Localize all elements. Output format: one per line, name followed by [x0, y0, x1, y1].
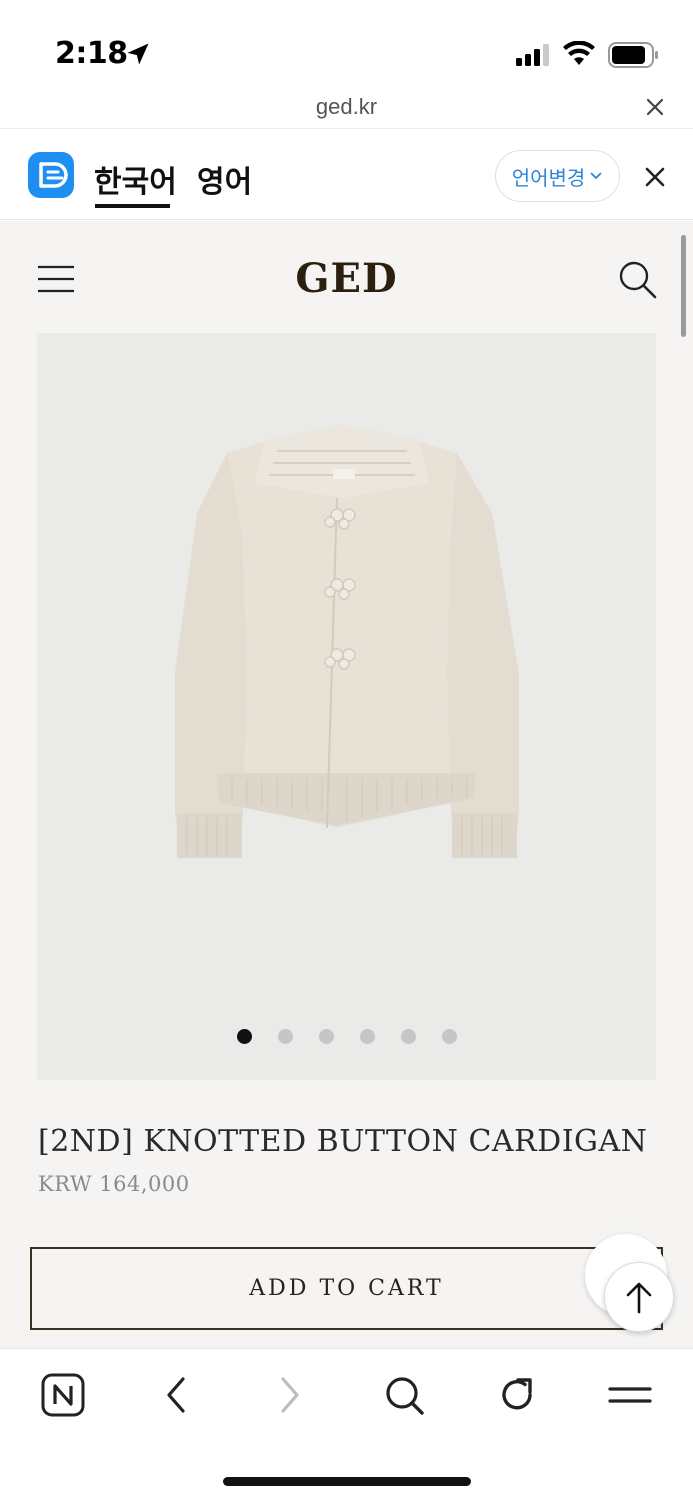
search-icon	[386, 1377, 424, 1415]
carousel-dot[interactable]	[277, 1029, 293, 1044]
status-bar: 2:18	[0, 0, 693, 92]
carousel-dot[interactable]	[236, 1029, 252, 1044]
product-image-carousel[interactable]	[37, 333, 656, 1080]
n-home-icon	[41, 1373, 85, 1417]
active-tab-indicator	[95, 204, 170, 208]
menu-icon	[608, 1387, 652, 1403]
back-button[interactable]	[152, 1371, 200, 1419]
url-text[interactable]: ged.kr	[0, 94, 693, 120]
brand-logo[interactable]: GED	[0, 255, 693, 302]
search-button[interactable]	[380, 1371, 428, 1419]
add-to-cart-label: ADD TO CART	[249, 1276, 444, 1301]
add-to-cart-button[interactable]: ADD TO CART	[30, 1247, 663, 1330]
menu-button[interactable]	[606, 1371, 654, 1419]
cardigan-image	[175, 425, 519, 858]
change-language-label: 언어변경	[511, 165, 586, 190]
signal-icon	[516, 44, 549, 66]
change-language-button[interactable]: 언어변경	[495, 150, 620, 202]
translate-logo-icon	[28, 152, 74, 198]
tab-korean[interactable]: 한국어	[94, 157, 177, 201]
forward-button[interactable]	[266, 1371, 314, 1419]
search-icon[interactable]	[617, 259, 657, 299]
web-page: GED [2ND] KNOTTED BUTTON CARDIGAN KRW 16…	[0, 221, 693, 1348]
status-time: 2:18	[55, 36, 128, 71]
location-arrow-icon	[127, 43, 149, 65]
translate-bar: 한국어 영어 언어변경	[0, 130, 693, 220]
back-icon	[167, 1377, 185, 1413]
wifi-icon	[563, 41, 595, 65]
carousel-dot[interactable]	[359, 1029, 375, 1044]
product-title: [2ND] KNOTTED BUTTON CARDIGAN	[38, 1124, 648, 1159]
scroll-to-top-button[interactable]	[604, 1262, 674, 1332]
reload-button[interactable]	[493, 1371, 541, 1419]
battery-icon	[608, 42, 658, 68]
close-translate-icon[interactable]	[644, 166, 666, 188]
reload-icon	[502, 1378, 532, 1410]
forward-icon	[281, 1377, 299, 1413]
product-price: KRW 164,000	[38, 1172, 190, 1196]
url-bar[interactable]: ged.kr	[0, 92, 693, 129]
close-icon[interactable]	[644, 96, 666, 118]
home-indicator[interactable]	[223, 1477, 471, 1486]
naver-home-button[interactable]	[39, 1371, 87, 1419]
arrow-up-icon	[626, 1282, 652, 1314]
tab-english[interactable]: 영어	[197, 157, 252, 201]
carousel-dots	[37, 1029, 656, 1044]
carousel-dot[interactable]	[318, 1029, 334, 1044]
chevron-down-icon	[590, 172, 602, 180]
carousel-dot[interactable]	[441, 1029, 457, 1044]
browser-toolbar	[0, 1348, 693, 1500]
carousel-dot[interactable]	[400, 1029, 416, 1044]
